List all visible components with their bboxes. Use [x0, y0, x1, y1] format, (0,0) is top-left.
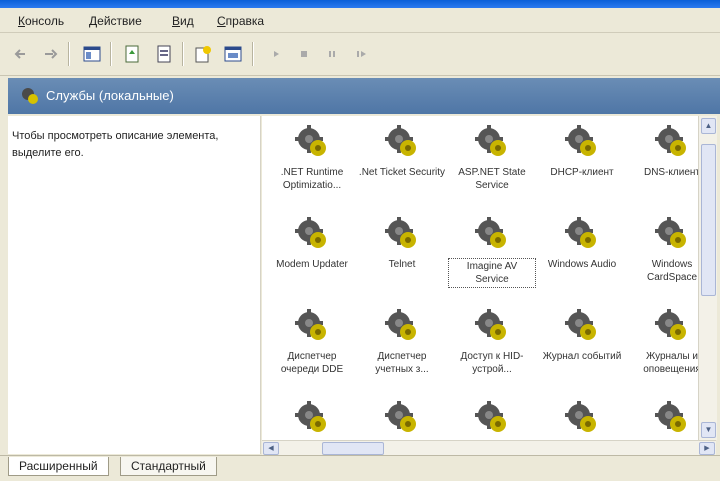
menu-help[interactable]: Справка	[217, 14, 264, 28]
service-label: DHCP-клиент	[550, 167, 614, 178]
services-gear-icon	[20, 86, 40, 106]
service-item[interactable]	[538, 400, 626, 440]
scroll-up-icon[interactable]: ▲	[701, 118, 716, 134]
horizontal-scrollbar[interactable]: ◀ ▶	[262, 440, 716, 455]
service-gear-icon	[564, 308, 600, 344]
service-label: Windows CardSpace	[646, 259, 698, 283]
service-gear-icon	[654, 216, 690, 252]
description-text: Чтобы просмотреть описание элемента, выд…	[12, 130, 219, 159]
service-item[interactable]: ASP.NET State Service	[448, 124, 536, 192]
restart-service-icon[interactable]	[352, 44, 372, 64]
print-icon[interactable]	[154, 44, 174, 64]
service-gear-icon	[564, 124, 600, 160]
service-label: Диспетчер очереди DDE	[280, 351, 344, 375]
service-item[interactable]: Modem Updater	[268, 216, 356, 271]
scroll-thumb[interactable]	[701, 144, 716, 296]
service-label: Журналы и оповещения	[643, 351, 698, 375]
menu-console[interactable]: Консоль	[18, 14, 64, 28]
forward-arrow-icon[interactable]	[40, 44, 60, 64]
service-item[interactable]	[268, 400, 356, 440]
service-item[interactable]: Диспетчер очереди DDE	[268, 308, 356, 376]
service-item[interactable]: .NET Runtime Optimizatio...	[268, 124, 356, 192]
hscroll-thumb[interactable]	[322, 442, 384, 455]
menu-bar: Консоль Действие Вид Справка	[0, 8, 720, 33]
scroll-down-icon[interactable]: ▼	[701, 422, 716, 438]
services-list: .NET Runtime Optimizatio... .Net Ticket S…	[262, 116, 698, 440]
tab-extended[interactable]: Расширенный	[8, 457, 109, 476]
service-gear-icon	[474, 308, 510, 344]
service-gear-icon	[654, 124, 690, 160]
service-gear-icon	[474, 124, 510, 160]
service-label: Диспетчер учетных з...	[375, 351, 429, 375]
service-label: Telnet	[388, 259, 416, 270]
service-item[interactable]: Imagine AV Service	[448, 216, 536, 288]
service-item[interactable]: Журналы и оповещения	[628, 308, 698, 376]
service-gear-icon	[294, 124, 330, 160]
service-item[interactable]: .Net Ticket Security	[358, 124, 446, 179]
tab-standard[interactable]: Стандартный	[120, 457, 217, 476]
service-item[interactable]	[448, 400, 536, 440]
service-item[interactable]: Доступ к HID-устрой...	[448, 308, 536, 376]
export-list-icon[interactable]	[122, 44, 142, 64]
service-item[interactable]	[628, 400, 698, 440]
service-label: .NET Runtime Optimizatio...	[280, 167, 344, 191]
properties-icon[interactable]	[223, 44, 243, 64]
service-gear-icon	[294, 400, 330, 436]
service-item[interactable]: Windows CardSpace	[628, 216, 698, 284]
window-titlebar	[0, 0, 720, 8]
page-title: Службы (локальные)	[46, 88, 174, 103]
service-gear-icon	[384, 216, 420, 252]
service-gear-icon	[294, 216, 330, 252]
service-item[interactable]: Telnet	[358, 216, 446, 271]
service-gear-icon	[294, 308, 330, 344]
menu-view[interactable]: Вид	[172, 14, 194, 28]
service-gear-icon	[654, 400, 690, 436]
service-item[interactable]: Диспетчер учетных з...	[358, 308, 446, 376]
vertical-scrollbar[interactable]: ▲ ▼	[698, 116, 717, 440]
service-item[interactable]: Windows Audio	[538, 216, 626, 271]
service-gear-icon	[474, 400, 510, 436]
service-gear-icon	[564, 216, 600, 252]
start-service-icon[interactable]	[266, 44, 286, 64]
toolbar	[0, 33, 720, 76]
service-gear-icon	[384, 400, 420, 436]
service-label: Доступ к HID-устрой...	[460, 351, 524, 375]
help-icon[interactable]	[193, 44, 213, 64]
menu-action[interactable]: Действие	[89, 14, 142, 28]
scroll-right-icon[interactable]: ▶	[699, 442, 715, 455]
service-gear-icon	[564, 400, 600, 436]
service-label: Imagine AV Service	[448, 258, 536, 288]
service-item[interactable]: Журнал событий	[538, 308, 626, 363]
service-gear-icon	[654, 308, 690, 344]
console-tree-icon[interactable]	[82, 44, 102, 64]
back-arrow-icon[interactable]	[12, 44, 32, 64]
service-gear-icon	[384, 124, 420, 160]
service-label: DNS-клиент	[643, 167, 698, 178]
service-label: Windows Audio	[547, 259, 617, 270]
service-label: Modem Updater	[276, 259, 348, 270]
services-header: Службы (локальные)	[8, 78, 720, 114]
service-label: .Net Ticket Security	[358, 167, 446, 178]
service-label: ASP.NET State Service	[458, 167, 526, 191]
service-item[interactable]: DNS-клиент	[628, 124, 698, 179]
service-label: Журнал событий	[542, 351, 622, 362]
scroll-left-icon[interactable]: ◀	[263, 442, 279, 455]
service-gear-icon	[474, 216, 510, 252]
tab-bar: Расширенный Стандартный	[0, 455, 720, 481]
service-item[interactable]: DHCP-клиент	[538, 124, 626, 179]
description-pane: Чтобы просмотреть описание элемента, выд…	[8, 116, 261, 454]
service-gear-icon	[384, 308, 420, 344]
service-item[interactable]	[358, 400, 446, 440]
pause-service-icon[interactable]	[322, 44, 342, 64]
stop-service-icon[interactable]	[294, 44, 314, 64]
